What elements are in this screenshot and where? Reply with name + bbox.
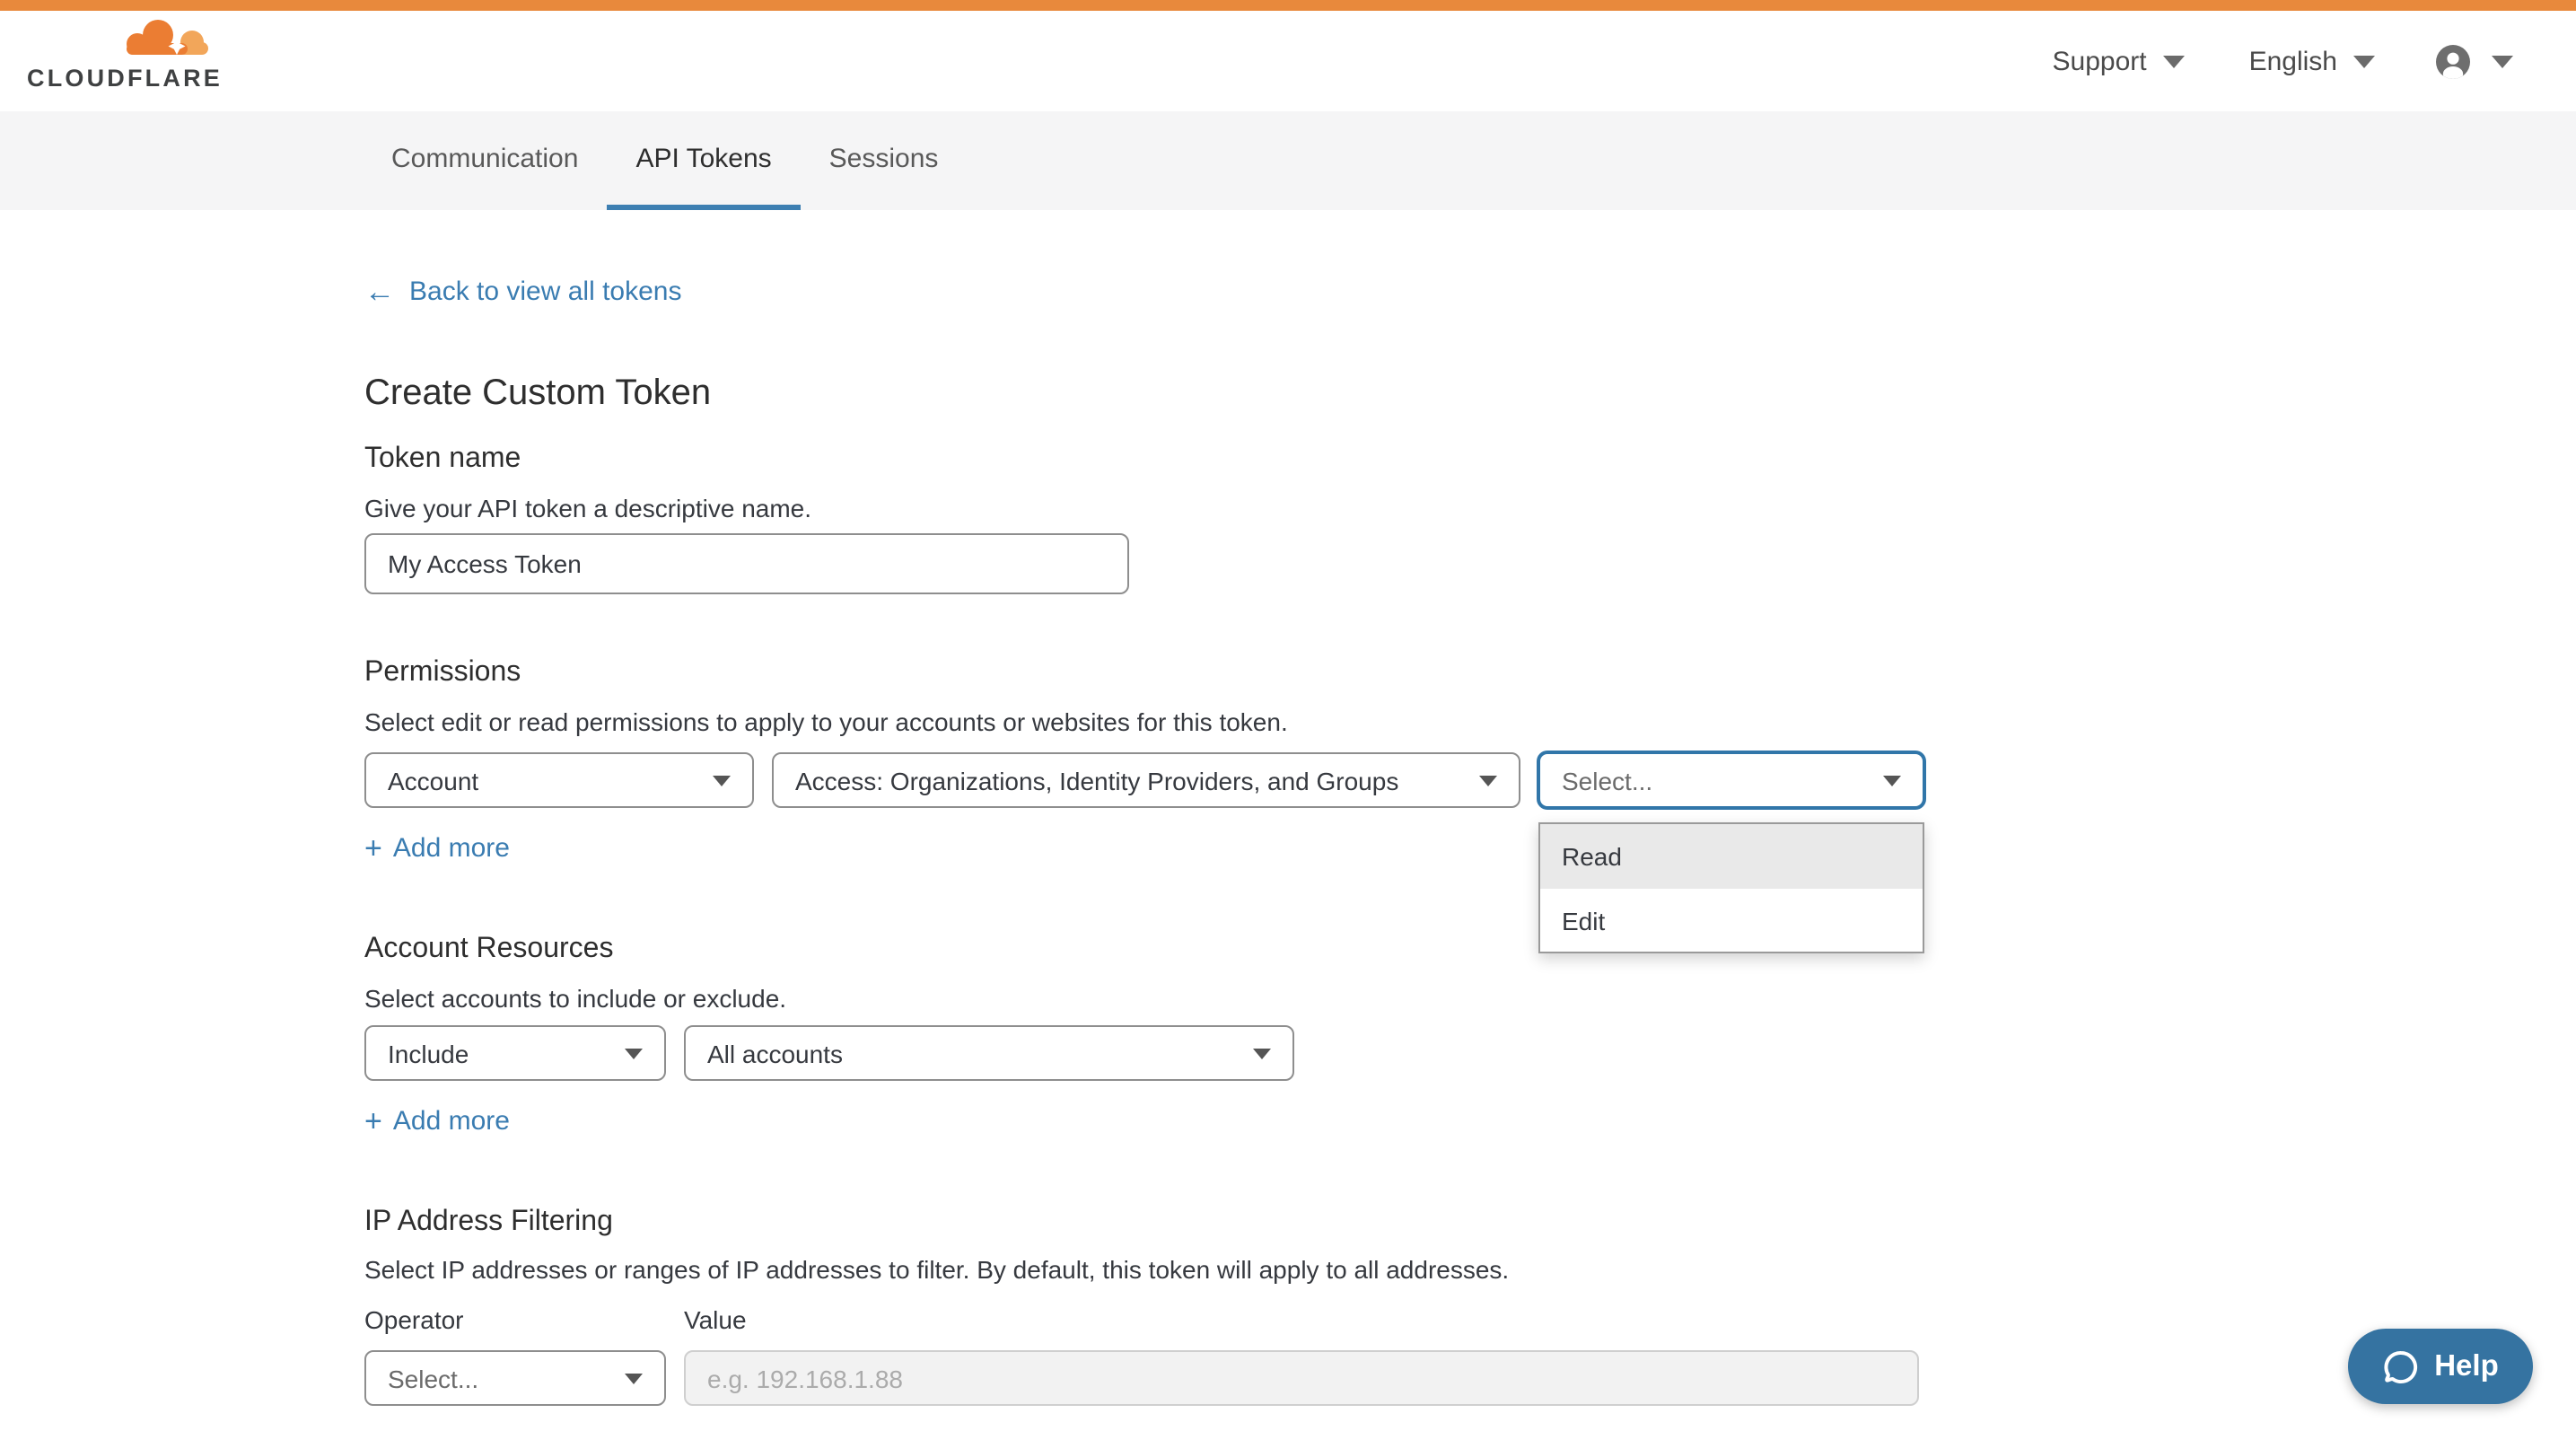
- ip-filtering-description: Select IP addresses or ranges of IP addr…: [364, 1255, 1509, 1284]
- dropdown-option-edit[interactable]: Edit: [1540, 889, 1923, 952]
- chevron-down-icon: [2163, 55, 2185, 67]
- operator-label: Operator: [364, 1305, 464, 1334]
- permissions-add-more-label: Add more: [393, 833, 510, 864]
- profile-tab-bar: Communication API Tokens Sessions: [0, 111, 2576, 210]
- resources-account-select[interactable]: All accounts: [684, 1025, 1294, 1081]
- left-arrow-icon: ←: [364, 278, 395, 305]
- resources-mode-select[interactable]: Include: [364, 1025, 666, 1081]
- permissions-description: Select edit or read permissions to apply…: [364, 707, 1288, 736]
- back-to-tokens-link[interactable]: ← Back to view all tokens: [364, 277, 682, 307]
- page-title: Create Custom Token: [364, 373, 711, 415]
- account-resources-heading: Account Resources: [364, 934, 613, 966]
- value-label: Value: [684, 1305, 747, 1334]
- account-resources-description: Select accounts to include or exclude.: [364, 984, 786, 1013]
- chevron-down-icon: [2492, 55, 2513, 67]
- support-menu-label: Support: [2053, 46, 2147, 76]
- permission-level-select[interactable]: Select...: [1538, 752, 1924, 808]
- language-menu[interactable]: English: [2249, 46, 2375, 76]
- token-name-input[interactable]: [364, 533, 1129, 594]
- back-link-label: Back to view all tokens: [409, 277, 682, 307]
- dropdown-option-read[interactable]: Read: [1540, 824, 1923, 889]
- account-menu-toggle[interactable]: [2492, 55, 2513, 67]
- account-avatar[interactable]: [2436, 44, 2470, 78]
- chat-bubble-icon: [2382, 1348, 2420, 1385]
- chevron-down-icon: [1883, 775, 1901, 786]
- support-menu[interactable]: Support: [2053, 46, 2185, 76]
- chevron-down-icon: [625, 1373, 643, 1383]
- page: CLOUDFLARE Support English: [0, 0, 2576, 1431]
- help-button[interactable]: Help: [2348, 1329, 2533, 1404]
- language-menu-label: English: [2249, 46, 2337, 76]
- resources-add-more-link[interactable]: + Add more: [364, 1106, 510, 1137]
- chevron-down-icon: [1253, 1048, 1271, 1058]
- resources-account-value: All accounts: [707, 1039, 843, 1067]
- help-button-label: Help: [2434, 1349, 2499, 1383]
- token-name-heading: Token name: [364, 443, 521, 476]
- permission-scope-select[interactable]: Account: [364, 752, 754, 808]
- header: CLOUDFLARE Support English: [0, 11, 2576, 111]
- tab-sessions[interactable]: Sessions: [801, 111, 968, 210]
- plus-icon: +: [364, 1108, 382, 1135]
- top-accent-bar: [0, 0, 2576, 11]
- resources-mode-value: Include: [388, 1039, 469, 1067]
- plus-icon: +: [364, 835, 382, 862]
- chevron-down-icon: [2353, 55, 2375, 67]
- permission-group-value: Access: Organizations, Identity Provider…: [795, 766, 1398, 795]
- ip-filtering-heading: IP Address Filtering: [364, 1207, 613, 1239]
- token-name-description: Give your API token a descriptive name.: [364, 494, 811, 522]
- ip-operator-placeholder: Select...: [388, 1364, 478, 1392]
- header-nav: Support English: [2053, 11, 2514, 111]
- permission-group-select[interactable]: Access: Organizations, Identity Provider…: [772, 752, 1520, 808]
- chevron-down-icon: [1479, 775, 1497, 786]
- permission-level-placeholder: Select...: [1562, 766, 1652, 795]
- permission-level-dropdown: Read Edit: [1538, 822, 1924, 953]
- permission-scope-value: Account: [388, 766, 478, 795]
- chevron-down-icon: [625, 1048, 643, 1058]
- ip-value-input[interactable]: [684, 1350, 1919, 1406]
- permissions-add-more-link[interactable]: + Add more: [364, 833, 510, 864]
- chevron-down-icon: [713, 775, 731, 786]
- tab-api-tokens[interactable]: API Tokens: [607, 111, 800, 210]
- tab-communication[interactable]: Communication: [363, 111, 607, 210]
- ip-operator-select[interactable]: Select...: [364, 1350, 666, 1406]
- resources-add-more-label: Add more: [393, 1106, 510, 1137]
- cloudflare-cloud-icon: [27, 18, 214, 63]
- user-avatar-icon: [2436, 44, 2470, 78]
- brand-wordmark: CLOUDFLARE: [27, 65, 214, 92]
- permissions-heading: Permissions: [364, 657, 521, 689]
- cloudflare-logo[interactable]: CLOUDFLARE: [27, 18, 214, 92]
